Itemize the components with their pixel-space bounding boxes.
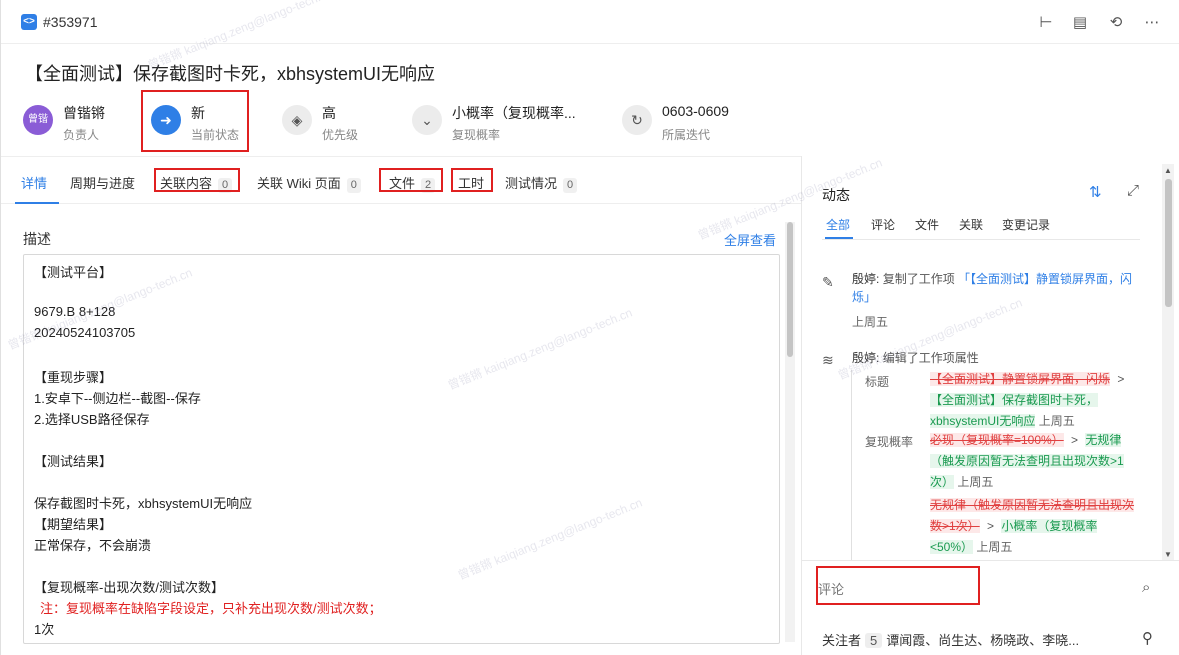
assign-icon[interactable]: ⟲ [1105, 12, 1127, 34]
follow-icon[interactable]: ⚲ [1142, 629, 1153, 647]
top-bar: <> #353971 ⊢ ▤ ⟲ ⋯ [1, 0, 1179, 44]
tab-test-status[interactable]: 测试情况 0 [505, 173, 578, 193]
desc-line: 【测试结果】 [34, 454, 113, 469]
attachment-icon[interactable]: ⌕ [1142, 579, 1150, 596]
hierarchy-icon[interactable]: ⊢ [1035, 12, 1057, 34]
repro-value: 小概率（复现概率... [452, 105, 576, 121]
desc-line: 【重现步骤】 [34, 370, 113, 385]
activity-tab-files[interactable]: 文件 [915, 216, 939, 233]
description-scrollbar[interactable] [785, 222, 795, 642]
more-icon[interactable]: ⋯ [1141, 12, 1163, 34]
activity-title: 动态 [822, 187, 850, 203]
sort-icon[interactable]: ⇅ [1089, 183, 1102, 201]
clipboard-icon[interactable]: ▤ [1069, 12, 1091, 34]
desc-line: 2.选择USB路径保存 [34, 412, 150, 427]
code-icon: <> [21, 14, 37, 30]
activity-time: 上周五 [852, 315, 889, 329]
scroll-thumb[interactable] [1165, 179, 1172, 307]
change-title: 【全面测试】静置锁屏界面，闪烁 > 【全面测试】保存截图时卡死，xbhsyste… [930, 372, 1125, 428]
activity-tab-changelog[interactable]: 变更记录 [1002, 216, 1050, 233]
tab-related-wiki[interactable]: 关联 Wiki 页面 0 [257, 173, 361, 193]
iteration-field[interactable]: ↻ 0603-0609 所属迭代 [622, 100, 752, 148]
iteration-value: 0603-0609 [662, 103, 729, 119]
change-label-title: 标题 [865, 375, 890, 389]
activity-scrollbar[interactable]: ▲ ▼ [1162, 164, 1174, 562]
tab-details[interactable]: 详情 [21, 173, 47, 192]
change-rail [851, 370, 852, 560]
scroll-up-icon[interactable]: ▲ [1164, 166, 1172, 175]
owner-value: 曾锴锵 [63, 105, 105, 121]
desc-line: 保存截图时卡死，xbhsystemUI无响应 [34, 496, 253, 511]
desc-line: 【复现概率-出现次数/测试次数】 [34, 580, 224, 595]
followers[interactable]: 关注者 5 谭闻霞、尚生达、杨晓政、李晓... [822, 630, 1079, 649]
annotation-box-related [154, 168, 240, 192]
desc-line: 【期望结果】 [34, 517, 113, 532]
work-item-detail: <> #353971 ⊢ ▤ ⟲ ⋯ 【全面测试】保存截图时卡死，xbhsyst… [0, 0, 1179, 655]
item-id: #353971 [43, 14, 98, 30]
chevron-down-circle-icon: ⌄ [412, 105, 442, 135]
repro-label: 复现概率 [452, 128, 501, 142]
change-repro-1: 必现（复现概率=100%） > 无规律（触发原因暂无法查明且出现次数>1次） 上… [930, 433, 1124, 489]
tab-cycle-progress[interactable]: 周期与进度 [70, 173, 135, 192]
owner-field[interactable]: 曾锴 曾锴锵 负责人 [23, 100, 133, 148]
desc-note: 注：复现概率在缺陷字段设定，只补充出现次数/测试次数； [40, 601, 382, 616]
annotation-box-status [141, 90, 249, 152]
desc-line: 正常保存，不会崩溃 [34, 538, 152, 553]
desc-line: 【测试平台】 [34, 265, 113, 280]
activity-tab-links[interactable]: 关联 [959, 216, 983, 233]
page-title: 【全面测试】保存截图时卡死，xbhsystemUI无响应 [25, 64, 436, 84]
scroll-thumb[interactable] [787, 222, 793, 357]
layers-icon: ≋ [822, 352, 834, 368]
activity-tab-indicator [825, 237, 853, 239]
change-repro-2: 无规律（触发原因暂无法查明且出现次数>1次） > 小概率（复现概率<50%） 上… [930, 498, 1135, 554]
activity-tab-all[interactable]: 全部 [826, 216, 850, 233]
priority-value: 高 [322, 105, 336, 121]
expand-icon[interactable]: ⤢ [1127, 182, 1139, 199]
priority-label: 优先级 [322, 128, 359, 142]
priority-field[interactable]: ◈ 高 优先级 [282, 100, 392, 148]
description-editor[interactable]: 【测试平台】 9679.B 8+128 20240524103705 【重现步骤… [23, 254, 780, 644]
avatar: 曾锴 [23, 105, 53, 135]
activity-tab-comments[interactable]: 评论 [871, 216, 895, 233]
annotation-box-comment [816, 566, 980, 605]
fullscreen-link[interactable]: 全屏查看 [724, 230, 776, 249]
desc-line: 20240524103705 [34, 325, 136, 340]
iteration-label: 所属迭代 [662, 128, 711, 142]
desc-line: 1次 [34, 622, 55, 637]
iteration-icon: ↻ [622, 105, 652, 135]
desc-line: 9679.B 8+128 [34, 304, 116, 319]
annotation-box-hours [451, 168, 493, 192]
activity-entry: 殷婷: 编辑了工作项属性 [852, 351, 979, 365]
change-label-repro: 复现概率 [865, 435, 914, 449]
activity-entry: 殷婷: 复制了工作项 「【全面测试】静置锁屏界面，闪烁」 [852, 272, 1133, 304]
annotation-box-files [379, 168, 443, 192]
priority-icon: ◈ [282, 105, 312, 135]
owner-label: 负责人 [63, 128, 100, 142]
desc-line: 1.安卓下--侧边栏--截图--保存 [34, 391, 201, 406]
activity-tabs-divider [822, 239, 1140, 240]
tab-active-indicator [15, 202, 59, 204]
description-label: 描述 [23, 231, 51, 247]
scroll-down-icon[interactable]: ▼ [1164, 550, 1172, 559]
edit-icon: ✎ [822, 274, 834, 290]
repro-field[interactable]: ⌄ 小概率（复现概率... 复现概率 [412, 100, 602, 148]
